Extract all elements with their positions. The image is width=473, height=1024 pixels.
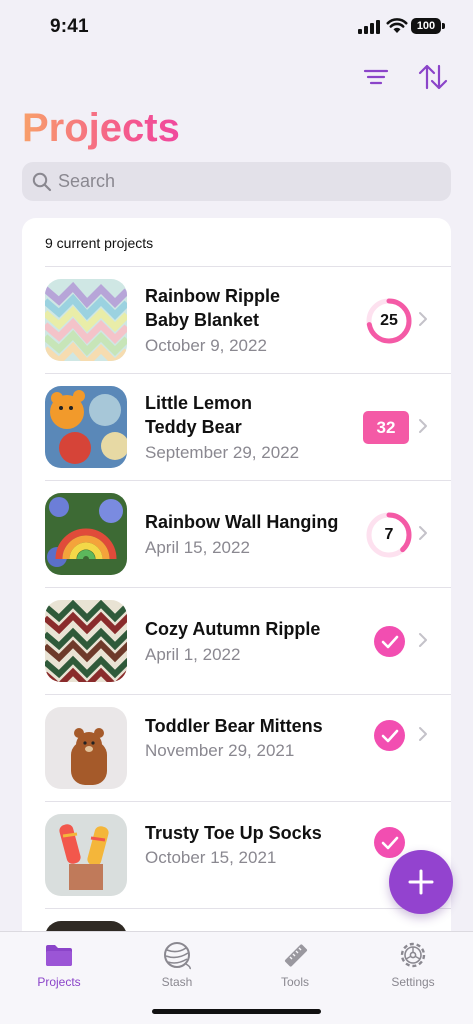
project-title: Trusty Toe Up Socks [145,823,322,843]
progress-ring-value: 7 [384,526,394,543]
project-row-rainbow-ripple-baby-blanket[interactable]: Rainbow Ripple Baby Blanket October 9, 2… [22,267,451,374]
cellular-signal-icon [358,20,380,34]
search-icon [32,172,52,191]
gear-icon [400,942,426,968]
filter-lines-icon [363,69,389,85]
project-date: November 29, 2021 [145,741,295,760]
tab-settings[interactable]: Settings [354,938,472,994]
project-title-line: Rainbow Ripple [145,286,280,306]
project-row-rainbow-wall-hanging[interactable]: Rainbow Wall Hanging April 15, 2022 7 [22,481,451,588]
project-thumbnail [45,386,127,468]
filter-button[interactable] [360,62,392,92]
project-thumbnail [45,814,127,896]
chevron-right-icon [419,419,427,433]
project-date: April 15, 2022 [145,538,250,557]
project-thumbnail [45,279,127,361]
project-title: Little Lemon Teddy Bear [145,391,345,439]
project-title: Toddler Bear Mittens [145,716,323,736]
tab-label: Stash [161,975,193,989]
page-title: Projects [22,106,180,150]
battery-icon: 100 [411,18,441,34]
search-input[interactable] [58,171,438,192]
project-title: Rainbow Wall Hanging [145,512,339,532]
project-row-cozy-autumn-ripple[interactable]: Cozy Autumn Ripple April 1, 2022 [22,588,451,695]
project-date: October 9, 2022 [145,336,267,355]
sort-arrows-icon [418,64,448,90]
project-title-line: Teddy Bear [145,417,242,437]
completed-check-icon [374,720,405,751]
project-date: October 15, 2021 [145,848,277,867]
project-title-line: Baby Blanket [145,310,260,330]
tab-projects[interactable]: Projects [0,938,118,994]
project-row-toddler-bear-mittens[interactable]: Toddler Bear Mittens November 29, 2021 [22,695,451,802]
chevron-right-icon [419,526,427,540]
completed-check-icon [374,626,405,657]
home-indicator [152,1009,321,1014]
chevron-right-icon [419,727,427,741]
project-title-line: Little Lemon [145,393,252,413]
tab-tools[interactable]: Tools [236,938,354,994]
project-list: 9 current projects Rainbow Ripple Baby B… [22,218,451,958]
tab-label: Tools [280,975,309,989]
project-title: Cozy Autumn Ripple [145,619,321,639]
search-bar[interactable] [22,162,451,201]
wifi-icon [386,18,408,33]
project-row-trusty-toe-up-socks[interactable]: Trusty Toe Up Socks October 15, 2021 [22,802,451,909]
chevron-right-icon [419,312,427,326]
add-project-button[interactable] [389,850,453,914]
ruler-icon [284,944,308,967]
status-time: 9:41 [50,16,89,37]
status-bar: 9:41 100 [0,0,473,54]
plus-icon [408,869,434,895]
project-date: April 1, 2022 [145,645,241,664]
battery-tip [442,23,445,29]
project-thumbnail [45,600,127,682]
completed-check-icon [374,827,405,858]
folder-icon [46,945,72,966]
project-count: 9 current projects [45,235,154,251]
yarn-ball-icon [164,942,191,970]
progress-ring-value: 25 [380,312,398,329]
project-thumbnail [45,493,127,575]
tab-stash[interactable]: Stash [118,938,236,994]
row-count-badge: 32 [363,411,409,444]
tab-label: Settings [391,975,435,989]
project-row-little-lemon-teddy-bear[interactable]: Little Lemon Teddy Bear September 29, 20… [22,374,451,481]
project-thumbnail [45,707,127,789]
chevron-right-icon [419,633,427,647]
sort-button[interactable] [417,62,449,92]
project-title: Rainbow Ripple Baby Blanket [145,284,345,332]
project-date: September 29, 2022 [145,443,300,462]
tab-label: Projects [37,975,81,989]
